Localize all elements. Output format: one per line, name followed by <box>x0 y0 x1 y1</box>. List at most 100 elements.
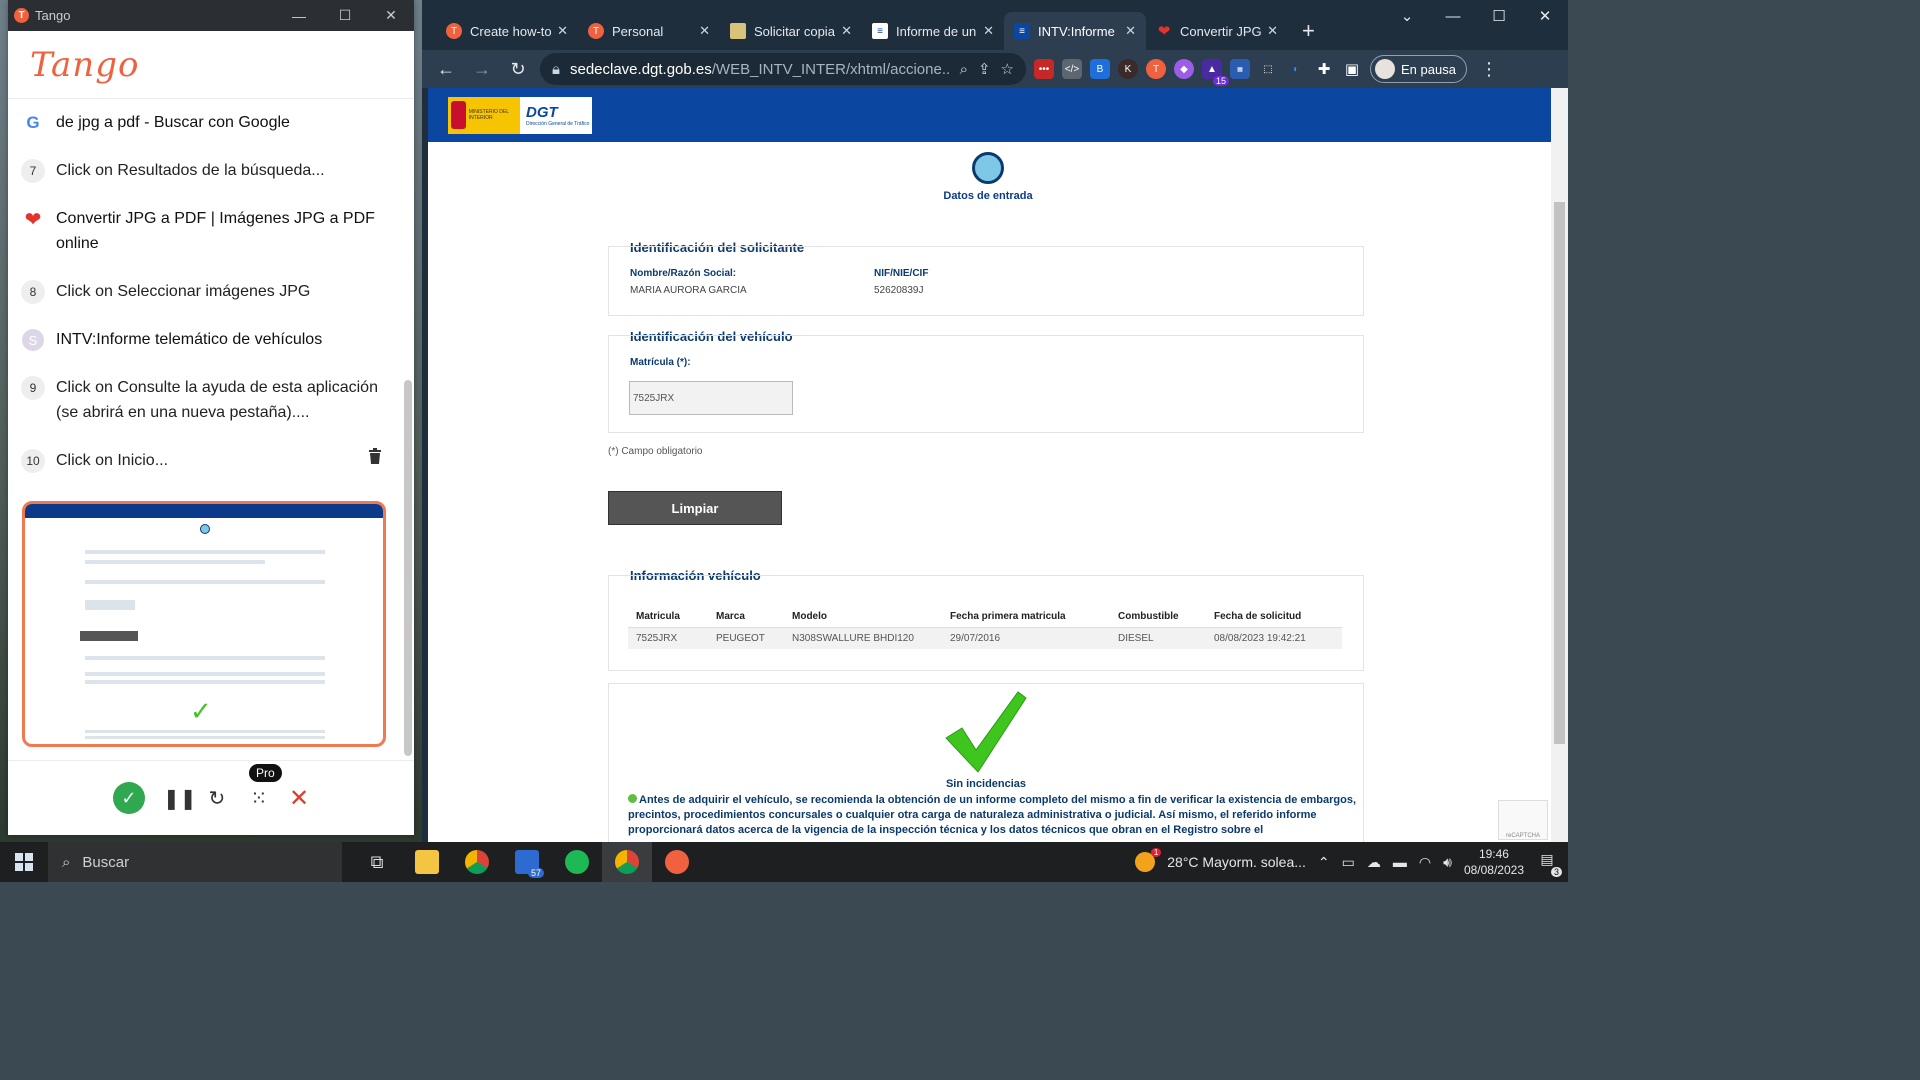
maximize-icon[interactable]: ☐ <box>1476 0 1522 32</box>
code-extension-icon[interactable]: </> <box>1062 59 1082 79</box>
wifi-icon[interactable]: ◠ <box>1419 854 1431 871</box>
tango-taskbar-icon[interactable] <box>652 842 702 882</box>
lock-icon[interactable]: 🔒︎ <box>552 61 560 78</box>
tab-close-icon[interactable]: ✕ <box>1267 23 1278 39</box>
minimize-icon[interactable]: — <box>1430 0 1476 32</box>
chrome-profile-icon[interactable] <box>602 842 652 882</box>
graduation-extension-icon[interactable]: ▲ 15 <box>1202 59 1229 86</box>
volume-icon[interactable]: 🔊︎ <box>1443 854 1452 871</box>
chevron-up-icon[interactable]: ⌃ <box>1318 854 1330 871</box>
trash-icon[interactable] <box>362 448 388 469</box>
tab-convertir-jpg[interactable]: ❤ Convertir JPG ✕ <box>1146 12 1288 50</box>
blur-tool-icon[interactable]: ⁙ Pro <box>247 763 282 811</box>
k-extension-icon[interactable]: K <box>1118 59 1138 79</box>
minimize-icon[interactable]: — <box>276 8 322 24</box>
tab-close-icon[interactable]: ✕ <box>699 23 710 39</box>
page-scrollbar[interactable] <box>1551 88 1568 842</box>
extensions-puzzle-icon[interactable]: ✚ <box>1314 59 1334 79</box>
file-explorer-icon[interactable] <box>402 842 452 882</box>
step-screenshot-thumbnail[interactable]: ✓ <box>22 501 386 747</box>
step-number: 10 <box>21 449 45 473</box>
weather-icon[interactable]: 1 <box>1135 848 1162 872</box>
name-label: Nombre/Razón Social: <box>630 268 737 279</box>
clock[interactable]: 19:46 08/08/2023 <box>1464 846 1524 878</box>
step-item-8[interactable]: 8 Click on Seleccionar imágenes JPG <box>8 269 402 317</box>
step-page-google[interactable]: G de jpg a pdf - Buscar con Google <box>8 100 402 148</box>
step-item-10[interactable]: 10 Click on Inicio... <box>8 438 402 486</box>
clear-button[interactable]: Limpiar <box>608 491 782 525</box>
mail-icon[interactable]: 57 <box>502 842 552 882</box>
step-page-intv[interactable]: S INTV:Informe telemático de vehículos <box>8 317 402 365</box>
menu-kebab-icon[interactable]: ⋮ <box>1475 59 1503 80</box>
tango-icon: T <box>446 23 462 39</box>
step-page-convertir[interactable]: ❤ Convertir JPG a PDF | Imágenes JPG a P… <box>8 196 402 269</box>
task-view-icon[interactable]: ⧉ <box>352 842 402 882</box>
taskbar-search[interactable]: ⌕ Buscar <box>48 842 342 882</box>
chrome-icon[interactable] <box>452 842 502 882</box>
extension-icon[interactable]: ▦ <box>1230 59 1250 79</box>
windows-start-icon[interactable] <box>0 842 48 882</box>
tab-create-how-to[interactable]: T Create how-to ✕ <box>436 12 578 50</box>
zoom-icon[interactable]: ⌕ <box>960 61 968 78</box>
extension-icon[interactable]: ••• <box>1034 59 1054 79</box>
progress-step: Datos de entrada <box>928 152 1048 202</box>
tango-window: T Tango — ☐ ✕ Tango G de jpg a pdf - Bus… <box>8 0 414 835</box>
cloud-icon[interactable]: ☁ <box>1367 854 1381 871</box>
forward-icon[interactable]: → <box>468 59 496 80</box>
browser-toolbar: ← → ↻ 🔒︎ sedeclave.dgt.gob.es/WEB_INTV_I… <box>422 50 1568 88</box>
complete-check-icon[interactable]: ✓ <box>112 782 145 814</box>
tab-intv-informe[interactable]: ≡ INTV:Informe ✕ <box>1004 12 1146 50</box>
restart-icon[interactable]: ↻ <box>205 786 229 811</box>
green-check-icon <box>938 688 1028 778</box>
extension-icon[interactable]: ◐ <box>1286 59 1306 79</box>
notifications-icon[interactable]: ▤ 3 <box>1536 851 1562 877</box>
tab-close-icon[interactable]: ✕ <box>1125 23 1136 39</box>
tango-extension-icon[interactable]: T <box>1146 59 1166 79</box>
tab-solicitar-copia[interactable]: Solicitar copia ✕ <box>720 12 862 50</box>
reload-icon[interactable]: ↻ <box>504 59 532 80</box>
tab-close-icon[interactable]: ✕ <box>983 23 994 39</box>
plate-input[interactable]: 7525JRX <box>629 381 793 415</box>
battery-icon[interactable]: ▬ <box>1393 854 1407 870</box>
cancel-icon[interactable]: ✕ <box>289 784 309 813</box>
name-value: MARIA AURORA GARCIA <box>630 285 747 296</box>
step-number: 8 <box>21 280 45 304</box>
tab-label: Create how-to <box>470 23 552 39</box>
recaptcha-badge[interactable]: reCAPTCHA <box>1498 800 1548 840</box>
url-text[interactable]: sedeclave.dgt.gob.es/WEB_INTV_INTER/xhtm… <box>570 61 950 78</box>
extension-icon[interactable]: B <box>1090 59 1110 79</box>
dgt-logo[interactable]: DGT Dirección General de Tráfico <box>520 96 592 134</box>
tango-scrollbar[interactable] <box>404 380 412 756</box>
spotify-icon[interactable] <box>552 842 602 882</box>
maximize-icon[interactable]: ☐ <box>322 7 368 24</box>
pro-badge: Pro <box>248 763 282 782</box>
share-icon[interactable]: ⇪ <box>978 60 991 78</box>
tab-search-icon[interactable]: ⌄ <box>1384 0 1430 32</box>
step-text: Click on Inicio... <box>56 452 169 469</box>
new-tab-icon[interactable]: + <box>1302 12 1315 50</box>
tab-personal[interactable]: T Personal ✕ <box>578 12 720 50</box>
tab-informe-de-un[interactable]: ≡ Informe de un ✕ <box>862 12 1004 50</box>
device-icon[interactable]: ▭ <box>1342 854 1355 871</box>
step-item-7[interactable]: 7 Click on Resultados de la búsqueda... <box>8 148 402 196</box>
step-item-9[interactable]: 9 Click on Consulte la ayuda de esta apl… <box>8 365 402 438</box>
profile-button[interactable]: En pausa <box>1370 55 1467 83</box>
side-panel-icon[interactable]: ▣ <box>1342 59 1362 79</box>
address-bar[interactable]: 🔒︎ sedeclave.dgt.gob.es/WEB_INTV_INTER/x… <box>540 53 1026 85</box>
page-scrollbar-thumb[interactable] <box>1554 202 1565 744</box>
col-header: Matricula <box>628 606 708 628</box>
extension-icon[interactable]: ◆ <box>1174 59 1194 79</box>
tab-close-icon[interactable]: ✕ <box>841 23 852 39</box>
tab-close-icon[interactable]: ✕ <box>557 23 568 39</box>
weather-text[interactable]: 28°C Mayorm. solea... <box>1167 854 1306 870</box>
pause-icon[interactable]: ❚❚ <box>163 786 197 811</box>
bookmark-star-icon[interactable]: ☆ <box>1001 60 1014 78</box>
table-header-row: Matricula Marca Modelo Fecha primera mat… <box>628 606 1342 628</box>
plate-label: Matrícula (*): <box>630 357 691 368</box>
back-icon[interactable]: ← <box>432 59 460 80</box>
ministry-logo: MINISTERIO DEL INTERIOR <box>448 96 520 134</box>
close-icon[interactable]: ✕ <box>1522 0 1568 32</box>
dgt-header: MINISTERIO DEL INTERIOR DGT Dirección Ge… <box>428 88 1568 142</box>
close-icon[interactable]: ✕ <box>368 7 414 24</box>
extension-icon[interactable]: ⬚ <box>1258 59 1278 79</box>
